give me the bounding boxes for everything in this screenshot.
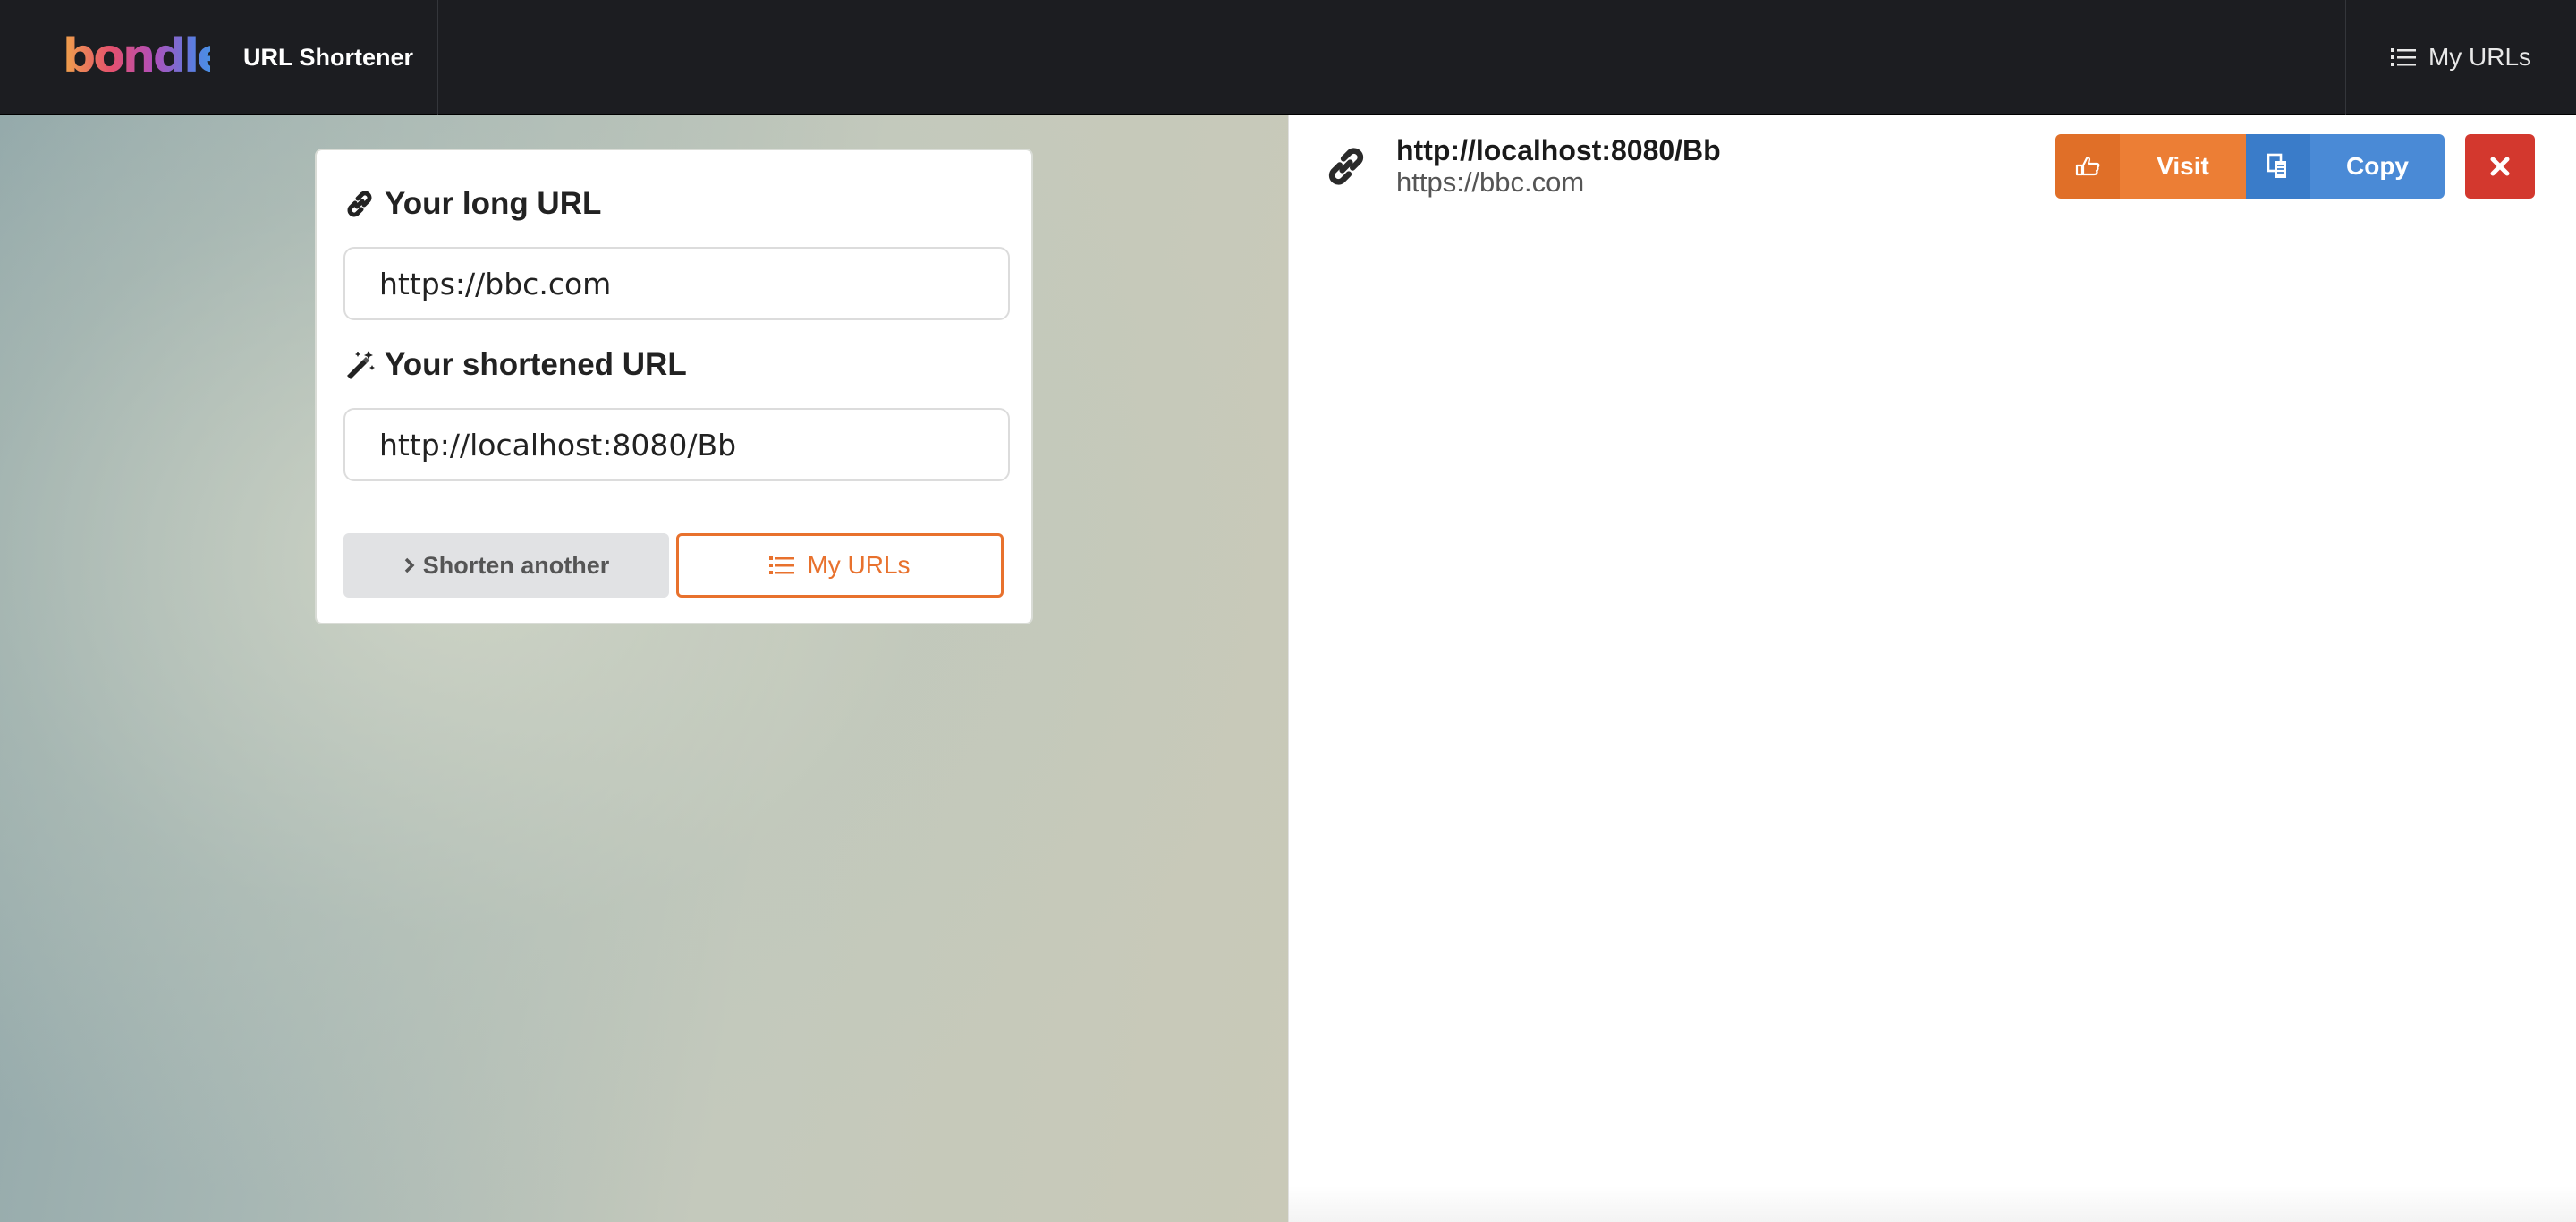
list-icon bbox=[2390, 48, 2416, 66]
shorten-another-label: Shorten another bbox=[422, 551, 610, 579]
long-url-label: Your long URL bbox=[385, 186, 602, 221]
visit-icon-button[interactable] bbox=[2055, 134, 2120, 199]
copy-icon bbox=[2267, 153, 2286, 178]
copy-icon-button[interactable] bbox=[2246, 134, 2310, 199]
copy-button[interactable]: Copy bbox=[2310, 134, 2445, 199]
list-icon bbox=[769, 556, 795, 574]
brand[interactable]: bondle URL Shortener bbox=[0, 0, 438, 115]
nav-my-urls-label: My URLs bbox=[2428, 43, 2532, 71]
panel-bottom-fade bbox=[1289, 1186, 2576, 1222]
magic-wand-icon bbox=[347, 351, 375, 379]
my-urls-button-label: My URLs bbox=[807, 551, 911, 579]
nav-my-urls-link[interactable]: My URLs bbox=[2345, 0, 2576, 115]
visit-button[interactable]: Visit bbox=[2120, 134, 2246, 199]
action-buttons: Visit Copy bbox=[2055, 134, 2445, 199]
list-item: http://localhost:8080/Bb https://bbc.com… bbox=[1289, 115, 2576, 222]
close-icon bbox=[2490, 157, 2510, 176]
hand-pointer-icon bbox=[2075, 157, 2100, 176]
short-url-heading: Your shortened URL bbox=[343, 347, 687, 383]
long-url-input[interactable] bbox=[343, 247, 1010, 320]
svg-text:bondle: bondle bbox=[63, 30, 210, 83]
short-url-output[interactable] bbox=[343, 408, 1010, 481]
short-url-label: Your shortened URL bbox=[385, 347, 687, 382]
delete-button[interactable] bbox=[2465, 134, 2535, 199]
app-title: URL Shortener bbox=[243, 44, 414, 71]
long-url-text: https://bbc.com bbox=[1396, 166, 1585, 198]
shorten-another-button[interactable]: Shorten another bbox=[343, 533, 669, 598]
my-urls-button[interactable]: My URLs bbox=[676, 533, 1004, 598]
short-url-text[interactable]: http://localhost:8080/Bb bbox=[1396, 134, 1721, 167]
my-urls-panel: http://localhost:8080/Bb https://bbc.com… bbox=[1288, 115, 2576, 1222]
link-icon bbox=[347, 191, 372, 217]
chevron-right-icon bbox=[404, 557, 415, 573]
link-icon bbox=[1328, 148, 1364, 185]
long-url-heading: Your long URL bbox=[343, 186, 601, 222]
top-navbar: bondle URL Shortener My URLs bbox=[0, 0, 2576, 115]
bondle-logo: bondle bbox=[63, 30, 210, 83]
shorten-card: Your long URL Your shortened URL Shorten… bbox=[315, 149, 1033, 624]
